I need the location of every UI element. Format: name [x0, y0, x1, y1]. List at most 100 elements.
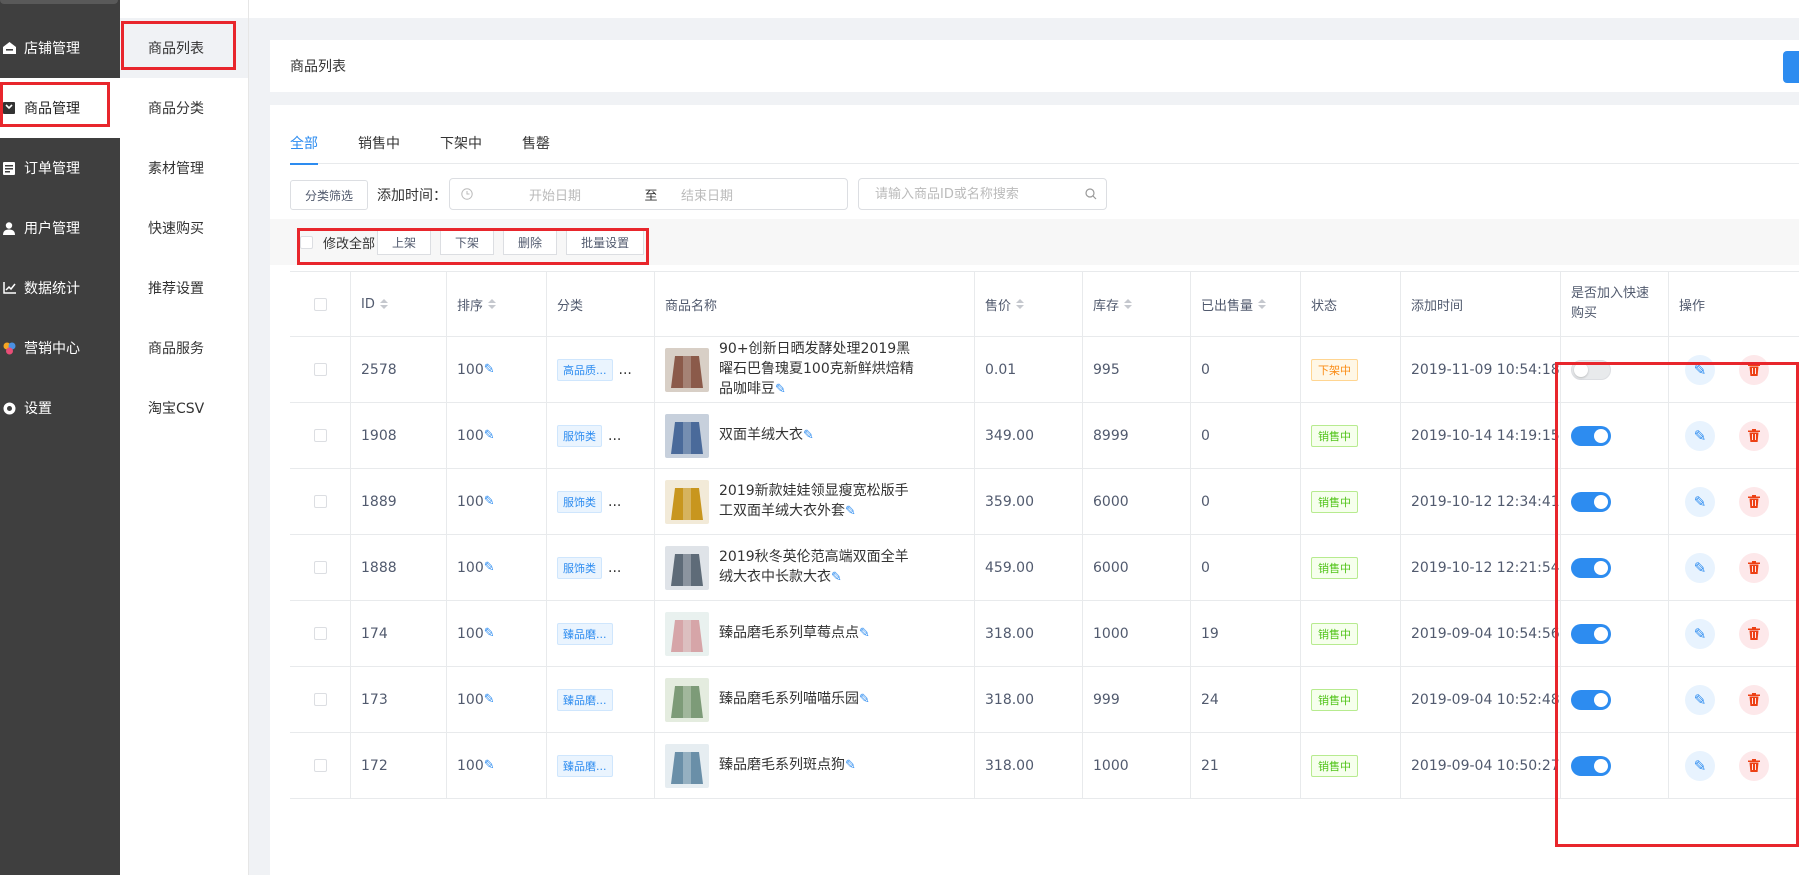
put-on-shelf-button[interactable]: 上架	[377, 229, 432, 255]
header-sold[interactable]: 已出售量	[1190, 272, 1300, 336]
sidebar-item-settings[interactable]: 设置	[0, 378, 120, 438]
submenu-item-services[interactable]: 商品服务	[120, 318, 248, 378]
sidebar-item-users[interactable]: 用户管理	[0, 198, 120, 258]
submenu-item-materials[interactable]: 素材管理	[120, 138, 248, 198]
product-name[interactable]: 臻品磨毛系列斑点狗✎	[719, 755, 919, 776]
header-checkbox[interactable]	[313, 297, 327, 311]
delete-button[interactable]	[1739, 618, 1769, 649]
edit-name-pencil-icon[interactable]: ✎	[859, 626, 870, 641]
search-icon[interactable]	[1085, 188, 1097, 200]
more-categories[interactable]: ...	[608, 560, 621, 576]
edit-sort-pencil-icon[interactable]: ✎	[484, 758, 495, 773]
sidebar-item-stats[interactable]: 数据统计	[0, 258, 120, 318]
sort-icon[interactable]	[488, 299, 497, 309]
sort-icon[interactable]	[1258, 299, 1267, 309]
row-checkbox[interactable]	[313, 561, 327, 574]
delete-button[interactable]	[1739, 750, 1769, 781]
stock-value: 1000	[1093, 757, 1129, 774]
tab-off-shelf[interactable]: 下架中	[440, 133, 482, 163]
edit-button[interactable]: ✎	[1685, 750, 1715, 781]
row-checkbox[interactable]	[313, 363, 327, 376]
edit-name-pencil-icon[interactable]: ✎	[845, 758, 856, 773]
header-sort[interactable]: 排序	[446, 272, 546, 336]
edit-name-pencil-icon[interactable]: ✎	[803, 428, 814, 443]
quick-buy-toggle[interactable]	[1571, 425, 1611, 446]
delete-button[interactable]	[1739, 486, 1769, 517]
toggle-knob	[1594, 626, 1608, 641]
delete-button[interactable]	[1739, 684, 1769, 715]
sidebar-item-marketing[interactable]: 营销中心	[0, 318, 120, 378]
quick-buy-toggle[interactable]	[1571, 689, 1611, 710]
delete-button[interactable]	[1739, 354, 1769, 385]
edit-sort-pencil-icon[interactable]: ✎	[484, 494, 495, 509]
sidebar-item-shop[interactable]: 店铺管理	[0, 18, 120, 78]
tab-all[interactable]: 全部	[290, 133, 318, 165]
row-checkbox[interactable]	[313, 627, 327, 640]
cell-sort: 100 ✎	[446, 469, 546, 534]
submenu-item-goods-category[interactable]: 商品分类	[120, 78, 248, 138]
edit-button[interactable]: ✎	[1685, 354, 1715, 385]
batch-delete-button[interactable]: 删除	[503, 229, 558, 255]
row-checkbox[interactable]	[313, 495, 327, 508]
quick-buy-toggle[interactable]	[1571, 557, 1611, 578]
header-id[interactable]: ID	[350, 272, 446, 336]
submenu-item-taobao-csv[interactable]: 淘宝CSV	[120, 378, 248, 438]
quick-buy-toggle[interactable]	[1571, 491, 1611, 512]
row-checkbox[interactable]	[313, 759, 327, 772]
quick-buy-toggle[interactable]	[1571, 359, 1611, 380]
submenu-item-goods-list[interactable]: 商品列表	[120, 18, 248, 78]
edit-button[interactable]: ✎	[1685, 420, 1715, 451]
product-name[interactable]: 2019新款娃娃领显瘦宽松版手工双面羊绒大衣外套✎	[719, 481, 919, 522]
batch-settings-button[interactable]: 批量设置	[566, 229, 645, 255]
sidebar-item-label: 用户管理	[24, 221, 80, 237]
edit-name-pencil-icon[interactable]: ✎	[845, 504, 856, 519]
select-all-checkbox[interactable]	[300, 235, 313, 249]
row-checkbox[interactable]	[313, 429, 327, 442]
tab-sold-out[interactable]: 售罄	[522, 133, 550, 163]
row-checkbox-cell	[290, 337, 350, 402]
date-range-picker[interactable]: 开始日期 至 结束日期	[449, 178, 848, 210]
delete-button[interactable]	[1739, 420, 1769, 451]
edit-sort-pencil-icon[interactable]: ✎	[484, 626, 495, 641]
sidebar-item-orders[interactable]: 订单管理	[0, 138, 120, 198]
sort-icon[interactable]	[379, 299, 388, 309]
edit-name-pencil-icon[interactable]: ✎	[831, 570, 842, 585]
product-name[interactable]: 臻品磨毛系列草莓点点✎	[719, 623, 919, 644]
submenu-item-quick-buy[interactable]: 快速购买	[120, 198, 248, 258]
edit-button[interactable]: ✎	[1685, 684, 1715, 715]
header-stock[interactable]: 库存	[1082, 272, 1190, 336]
more-categories[interactable]: ...	[608, 428, 621, 444]
tab-on-sale[interactable]: 销售中	[358, 133, 400, 163]
edit-name-pencil-icon[interactable]: ✎	[775, 382, 786, 397]
sort-value: 100	[457, 559, 484, 576]
take-off-shelf-button[interactable]: 下架	[440, 229, 495, 255]
product-name[interactable]: 臻品磨毛系列喵喵乐园✎	[719, 689, 919, 710]
sort-icon[interactable]	[1016, 299, 1025, 309]
sort-icon[interactable]	[1124, 299, 1133, 309]
edit-button[interactable]: ✎	[1685, 552, 1715, 583]
edit-sort-pencil-icon[interactable]: ✎	[484, 428, 495, 443]
category-filter-button[interactable]: 分类筛选	[290, 180, 368, 210]
cell-sold: 0	[1190, 469, 1300, 534]
edit-sort-pencil-icon[interactable]: ✎	[484, 362, 495, 377]
header-price[interactable]: 售价	[974, 272, 1082, 336]
more-categories[interactable]: ...	[608, 494, 621, 510]
edit-sort-pencil-icon[interactable]: ✎	[484, 692, 495, 707]
submenu-item-label: 素材管理	[148, 161, 204, 177]
quick-buy-toggle[interactable]	[1571, 755, 1611, 776]
delete-button[interactable]	[1739, 552, 1769, 583]
edit-button[interactable]: ✎	[1685, 618, 1715, 649]
quick-buy-toggle[interactable]	[1571, 623, 1611, 644]
sidebar-item-goods[interactable]: 商品管理	[0, 78, 120, 138]
edit-button[interactable]: ✎	[1685, 486, 1715, 517]
product-name[interactable]: 2019秋冬英伦范高端双面全羊绒大衣中长款大衣✎	[719, 547, 919, 588]
edit-sort-pencil-icon[interactable]: ✎	[484, 560, 495, 575]
search-input[interactable]	[873, 185, 1077, 203]
add-goods-button[interactable]	[1783, 51, 1799, 83]
product-name[interactable]: 90+创新日晒发酵处理2019黑曜石巴鲁瑰夏100克新鲜烘焙精品咖啡豆✎	[719, 339, 919, 400]
edit-name-pencil-icon[interactable]: ✎	[859, 692, 870, 707]
row-checkbox[interactable]	[313, 693, 327, 706]
submenu-item-recommend[interactable]: 推荐设置	[120, 258, 248, 318]
product-name[interactable]: 双面羊绒大衣✎	[719, 425, 919, 446]
more-categories[interactable]: ...	[619, 362, 632, 378]
